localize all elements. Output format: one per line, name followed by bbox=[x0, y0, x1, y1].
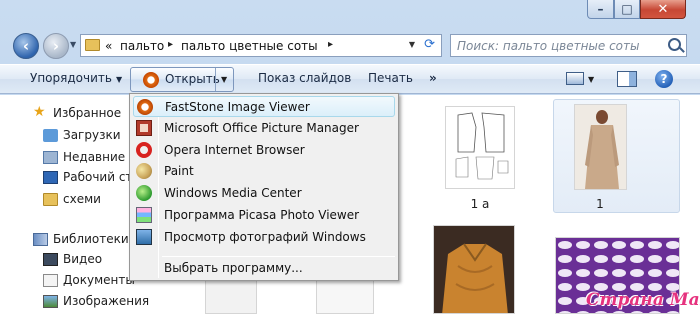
picasa-icon bbox=[136, 207, 152, 223]
maximize-icon: □ bbox=[621, 2, 633, 16]
open-button[interactable]: Открыть ▼ bbox=[130, 67, 234, 92]
more-commands-button[interactable]: » bbox=[429, 71, 437, 85]
print-button[interactable]: Печать bbox=[368, 71, 413, 85]
address-segment-palto-soty[interactable]: пальто цветные соты bbox=[181, 39, 318, 53]
folder-icon bbox=[43, 193, 58, 206]
file-thumbnail-1a[interactable] bbox=[445, 106, 515, 189]
preview-pane-icon[interactable] bbox=[617, 71, 637, 87]
menu-item-paint[interactable]: Paint bbox=[133, 161, 395, 182]
open-label: Открыть bbox=[165, 72, 220, 86]
menu-item-label: Просмотр фотографий Windows bbox=[164, 230, 366, 244]
back-button[interactable]: ‹ bbox=[13, 33, 39, 59]
menu-item-picture-manager[interactable]: Microsoft Office Picture Manager bbox=[133, 118, 395, 139]
pattern-sketch-image bbox=[455, 112, 509, 180]
menu-item-picasa[interactable]: Программа Picasa Photo Viewer bbox=[133, 205, 395, 226]
menu-item-label: Программа Picasa Photo Viewer bbox=[164, 208, 360, 222]
minimize-button[interactable]: – bbox=[587, 0, 614, 19]
sidebar-item-label: Избранное bbox=[53, 106, 122, 120]
menu-item-choose-program[interactable]: Выбрать программу... bbox=[133, 258, 395, 279]
menu-item-label: Opera Internet Browser bbox=[164, 143, 305, 157]
address-history-dropdown[interactable]: ▼ bbox=[409, 40, 415, 49]
faststone-icon bbox=[137, 99, 153, 115]
menu-item-label: Выбрать программу... bbox=[164, 261, 303, 275]
command-bar: Упорядочить ▼ Открыть ▼ Показ слайдов Печ… bbox=[0, 64, 700, 94]
refresh-icon[interactable]: ⟳ bbox=[424, 37, 435, 52]
paint-icon bbox=[136, 163, 152, 179]
sidebar-item-label: Документы bbox=[63, 273, 135, 287]
file-thumbnail-1[interactable] bbox=[574, 104, 627, 190]
opera-icon bbox=[136, 142, 152, 158]
menu-item-label: Paint bbox=[164, 164, 194, 178]
desktop-icon bbox=[43, 171, 58, 184]
recent-pages-dropdown[interactable]: ▼ bbox=[70, 40, 76, 49]
split-divider bbox=[215, 68, 216, 91]
arrow-left-icon: ‹ bbox=[22, 37, 30, 55]
file-caption[interactable]: 1 а bbox=[440, 197, 520, 211]
arrow-right-icon: › bbox=[52, 37, 60, 55]
menu-item-faststone[interactable]: FastStone Image Viewer bbox=[133, 96, 395, 117]
address-overflow[interactable]: « bbox=[105, 39, 112, 53]
organize-button[interactable]: Упорядочить ▼ bbox=[30, 71, 122, 85]
sidebar-item-label: Видео bbox=[63, 252, 103, 266]
chevron-down-icon: ▼ bbox=[115, 75, 123, 84]
menu-item-label: Windows Media Center bbox=[164, 186, 302, 200]
file-thumbnail-partial[interactable] bbox=[316, 280, 374, 314]
downloads-icon bbox=[43, 129, 58, 142]
search-box[interactable]: Поиск: пальто цветные соты bbox=[450, 34, 687, 57]
menu-item-windows-photo-viewer[interactable]: Просмотр фотографий Windows bbox=[133, 227, 395, 248]
view-dropdown-icon[interactable]: ▼ bbox=[588, 75, 594, 84]
recent-places-icon bbox=[43, 151, 58, 164]
file-caption[interactable]: 1 bbox=[560, 197, 640, 211]
menu-item-opera[interactable]: Opera Internet Browser bbox=[133, 140, 395, 161]
star-icon: ★ bbox=[33, 104, 46, 120]
sidebar-item-label: схеми bbox=[63, 192, 101, 206]
menu-separator bbox=[162, 256, 395, 257]
close-button[interactable]: ✕ bbox=[640, 0, 686, 19]
menu-item-label: Microsoft Office Picture Manager bbox=[164, 121, 359, 135]
picture-manager-icon bbox=[136, 120, 152, 136]
watermark-logo: Страна Мам bbox=[586, 290, 700, 310]
minimize-icon: – bbox=[597, 2, 604, 16]
open-dropdown-arrow-icon[interactable]: ▼ bbox=[221, 75, 227, 84]
pictures-library-icon bbox=[43, 295, 58, 308]
media-center-icon bbox=[136, 185, 152, 201]
organize-label: Упорядочить bbox=[30, 71, 112, 85]
sweater-photo-image bbox=[434, 226, 514, 313]
address-bar[interactable]: « пальто ▸ пальто цветные соты ▸ ▼ ⟳ bbox=[80, 34, 442, 57]
video-library-icon bbox=[43, 253, 58, 266]
documents-library-icon bbox=[43, 274, 58, 287]
file-thumbnail-partial[interactable] bbox=[205, 280, 257, 314]
address-segment-palto[interactable]: пальто bbox=[120, 39, 164, 53]
open-with-menu: FastStone Image Viewer Microsoft Office … bbox=[129, 93, 399, 281]
file-thumbnail-sweater[interactable] bbox=[433, 225, 515, 314]
sidebar-item-label: Загрузки bbox=[63, 128, 121, 142]
sidebar-item-label: Изображения bbox=[63, 294, 150, 308]
libraries-icon bbox=[33, 233, 48, 246]
help-button[interactable]: ? bbox=[655, 70, 673, 88]
search-input[interactable]: Поиск: пальто цветные соты bbox=[457, 39, 640, 53]
search-icon[interactable] bbox=[668, 38, 681, 51]
address-separator-1[interactable]: ▸ bbox=[168, 39, 173, 50]
windows-photo-viewer-icon bbox=[136, 229, 152, 245]
coat-photo-image bbox=[585, 110, 619, 189]
menu-item-media-center[interactable]: Windows Media Center bbox=[133, 183, 395, 204]
sidebar-item-label: Библиотеки bbox=[53, 232, 129, 246]
explorer-window: – □ ✕ ‹ › ▼ « пальто ▸ пальто цветные со… bbox=[0, 0, 700, 314]
folder-icon bbox=[85, 39, 100, 51]
slideshow-button[interactable]: Показ слайдов bbox=[258, 71, 351, 85]
title-bar: – □ ✕ bbox=[0, 0, 700, 26]
close-icon: ✕ bbox=[657, 2, 669, 17]
faststone-icon bbox=[143, 72, 159, 88]
menu-item-label: FastStone Image Viewer bbox=[165, 100, 310, 114]
forward-button[interactable]: › bbox=[43, 33, 69, 59]
maximize-button[interactable]: □ bbox=[614, 0, 640, 19]
address-separator-2[interactable]: ▸ bbox=[328, 39, 333, 50]
change-view-icon[interactable] bbox=[566, 72, 584, 85]
